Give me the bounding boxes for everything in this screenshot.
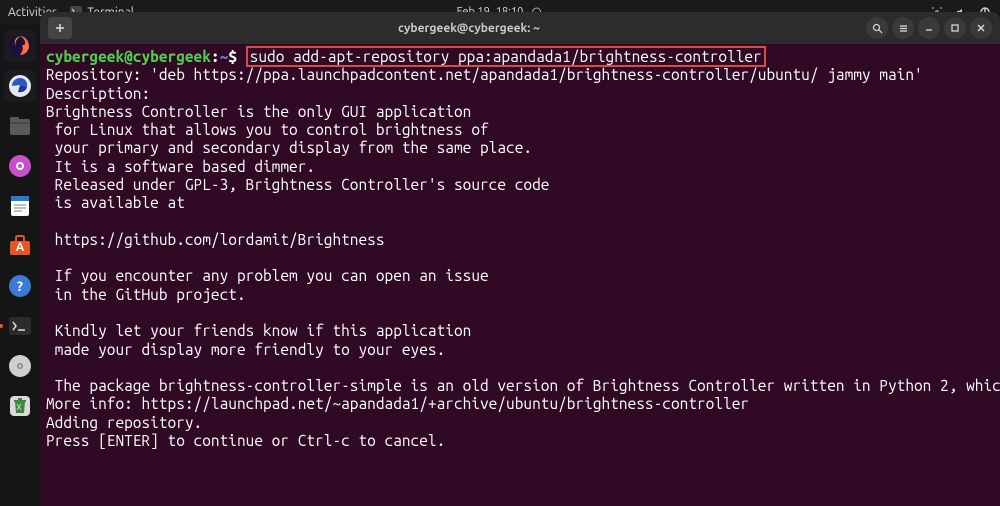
- dock-files[interactable]: [4, 110, 36, 142]
- maximize-button[interactable]: [944, 17, 966, 39]
- search-button[interactable]: [866, 17, 888, 39]
- svg-text:?: ?: [17, 278, 23, 294]
- title-bar-right: [866, 17, 992, 39]
- dock-help[interactable]: ?: [4, 270, 36, 302]
- menu-button[interactable]: [892, 17, 914, 39]
- prompt-path: ~: [220, 48, 229, 65]
- dock-terminal[interactable]: [4, 310, 36, 342]
- dock-thunderbird[interactable]: [4, 70, 36, 102]
- terminal-body[interactable]: cybergeek@cybergeek:~$ sudo add-apt-repo…: [40, 44, 1000, 506]
- dock-rhythmbox[interactable]: [4, 150, 36, 182]
- highlighted-command: sudo add-apt-repository ppa:apandada1/br…: [246, 46, 766, 67]
- terminal-window: cybergeek@cybergeek: ~ cybergeek@cyberge…: [40, 12, 1000, 506]
- window-title: cybergeek@cybergeek: ~: [398, 22, 540, 35]
- prompt-user-host: cybergeek@cybergeek: [46, 48, 211, 65]
- minimize-button[interactable]: [918, 17, 940, 39]
- dock-software[interactable]: A: [4, 230, 36, 262]
- dock-disc[interactable]: [4, 350, 36, 382]
- title-bar: cybergeek@cybergeek: ~: [40, 12, 1000, 44]
- title-bar-left: [48, 17, 72, 39]
- dock: A ?: [0, 24, 40, 506]
- prompt-colon: :: [211, 48, 220, 65]
- new-tab-button[interactable]: [48, 17, 72, 39]
- svg-text:A: A: [16, 241, 25, 254]
- close-button[interactable]: [970, 17, 992, 39]
- dock-firefox[interactable]: [4, 30, 36, 62]
- dock-libreoffice[interactable]: [4, 190, 36, 222]
- terminal-output: Repository: 'deb https://ppa.launchpadco…: [46, 66, 1000, 449]
- dock-trash[interactable]: [4, 390, 36, 422]
- prompt-dollar: $: [228, 48, 237, 65]
